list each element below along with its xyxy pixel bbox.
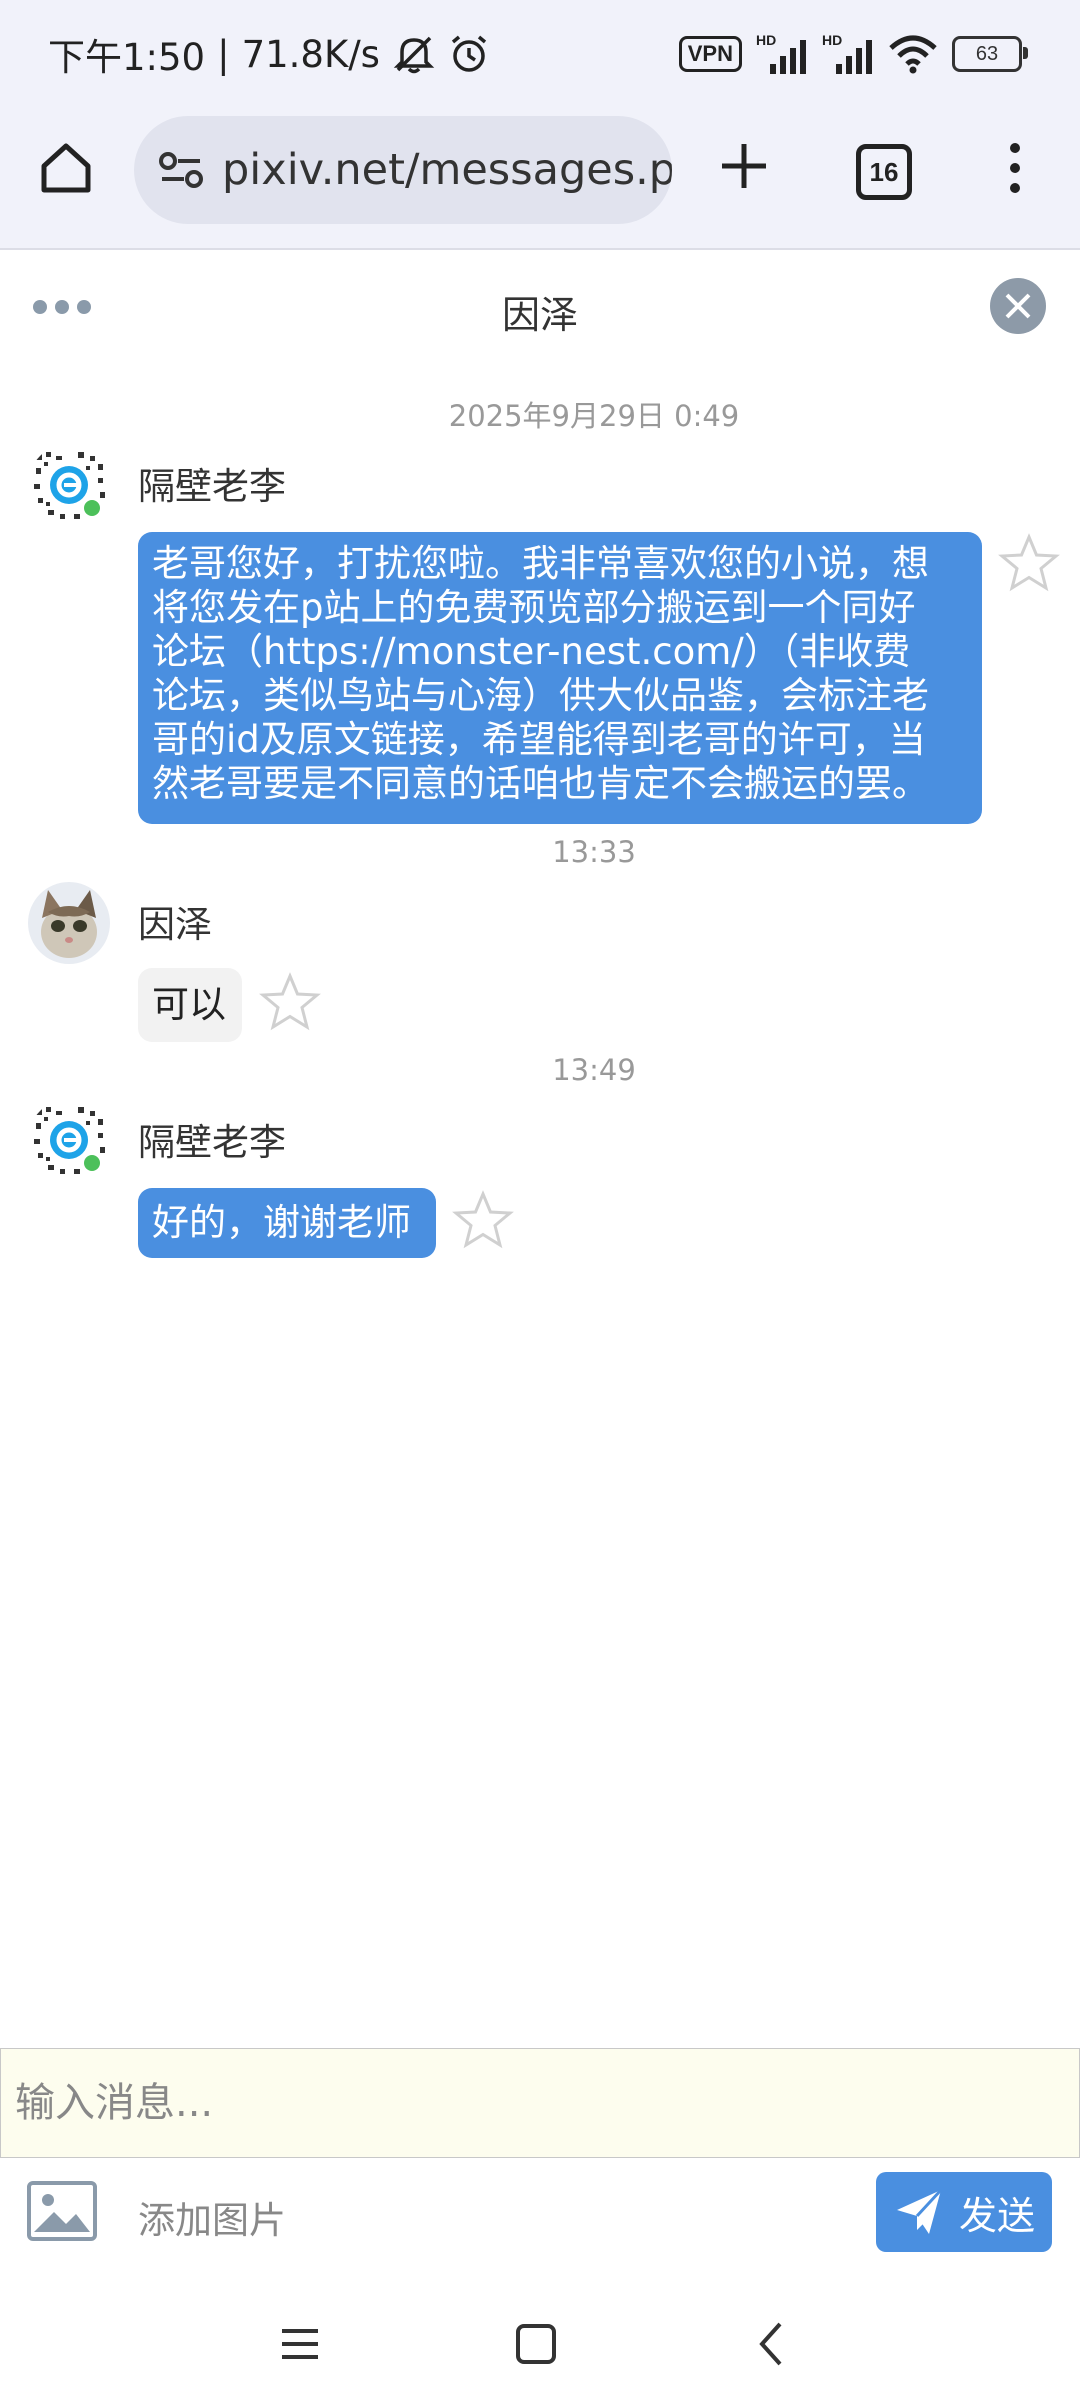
message-bubble: 可以 bbox=[138, 968, 242, 1042]
sender-name: 隔壁老李 bbox=[138, 1121, 286, 1164]
alarm-icon bbox=[451, 35, 487, 72]
qr-avatar-icon bbox=[28, 1099, 110, 1181]
message-line: 将您发在p站上的免费预览部分搬运到一个同好 bbox=[152, 586, 916, 629]
qr-avatar-icon bbox=[28, 444, 110, 526]
more-vert-icon[interactable] bbox=[1000, 138, 1030, 198]
send-label: 发送 bbox=[958, 2193, 1035, 2238]
star-icon[interactable] bbox=[452, 1190, 514, 1252]
status-separator: | bbox=[217, 32, 230, 76]
star-icon[interactable] bbox=[259, 972, 321, 1034]
avatar[interactable] bbox=[28, 882, 110, 964]
signal-icon: HD bbox=[756, 32, 808, 74]
back-icon[interactable] bbox=[742, 2314, 802, 2374]
system-nav-bar bbox=[0, 2290, 1080, 2400]
home-square-icon[interactable] bbox=[506, 2314, 566, 2374]
status-left: 下午1:50 | 71.8K/s bbox=[48, 28, 490, 80]
chat-title: 因泽 bbox=[501, 293, 578, 337]
battery-icon: 63 bbox=[952, 36, 1028, 72]
sender-name: 因泽 bbox=[138, 903, 212, 946]
message-text: 好的，谢谢老师 bbox=[152, 1201, 411, 1244]
new-tab-icon[interactable] bbox=[714, 136, 774, 196]
message-line: 然老哥要是不同意的话咱也肯定不会搬运的罢。 bbox=[152, 762, 929, 805]
message-bubble: 好的，谢谢老师 bbox=[138, 1188, 436, 1258]
send-button[interactable]: 发送 bbox=[876, 2172, 1052, 2252]
message-timestamp: 13:33 bbox=[552, 835, 636, 869]
close-button[interactable] bbox=[990, 278, 1046, 334]
browser-toolbar: pixiv.net/messages.php 16 bbox=[0, 108, 1080, 250]
site-settings-icon[interactable] bbox=[154, 143, 208, 197]
status-bar: 下午1:50 | 71.8K/s VPN HD HD 63 bbox=[0, 0, 1080, 108]
home-icon[interactable] bbox=[36, 138, 96, 198]
message-line: 哥的id及原文链接，希望能得到老哥的许可，当 bbox=[152, 718, 926, 761]
message-line: 论坛（https://monster-nest.com/）（非收费 bbox=[152, 630, 911, 673]
mute-bell-icon bbox=[393, 36, 435, 74]
message-timestamp: 13:49 bbox=[552, 1053, 636, 1087]
signal-icon-2: HD bbox=[822, 32, 874, 74]
url-bar[interactable]: pixiv.net/messages.php bbox=[134, 116, 672, 224]
status-time: 下午1:50 bbox=[48, 36, 206, 79]
sender-name: 隔壁老李 bbox=[138, 465, 286, 508]
close-icon[interactable] bbox=[990, 278, 1046, 334]
chat-header: 因泽 bbox=[0, 250, 1080, 370]
message-input-area bbox=[0, 2048, 1080, 2158]
message-line: 论坛，类似鸟站与心海）供大伙品鉴，会标注老 bbox=[152, 674, 929, 717]
message-line: 老哥您好，打扰您啦。我非常喜欢您的小说，想 bbox=[152, 542, 929, 585]
cat-avatar-icon bbox=[28, 882, 110, 964]
send-icon bbox=[896, 2188, 943, 2234]
status-network-speed: 71.8K/s bbox=[241, 32, 380, 76]
avatar[interactable] bbox=[28, 444, 110, 526]
message-bubble: 老哥您好，打扰您啦。我非常喜欢您的小说，想 将您发在p站上的免费预览部分搬运到一… bbox=[138, 532, 982, 824]
message-text: 可以 bbox=[152, 983, 226, 1026]
url-text[interactable]: pixiv.net/messages.php bbox=[222, 145, 672, 195]
star-icon[interactable] bbox=[998, 533, 1060, 595]
avatar[interactable] bbox=[28, 1099, 110, 1181]
status-right: VPN HD HD 63 bbox=[678, 30, 1028, 78]
wifi-icon bbox=[889, 35, 937, 74]
add-image-label[interactable]: 添加图片 bbox=[138, 2190, 286, 2244]
message-timestamp: 2025年9月29日 0:49 bbox=[448, 399, 740, 433]
tab-switcher-button[interactable]: 16 bbox=[856, 144, 912, 200]
vpn-badge: VPN bbox=[678, 36, 742, 72]
message-input[interactable] bbox=[1, 2049, 1079, 2157]
image-icon[interactable] bbox=[26, 2180, 98, 2242]
menu-icon[interactable] bbox=[270, 2314, 330, 2374]
